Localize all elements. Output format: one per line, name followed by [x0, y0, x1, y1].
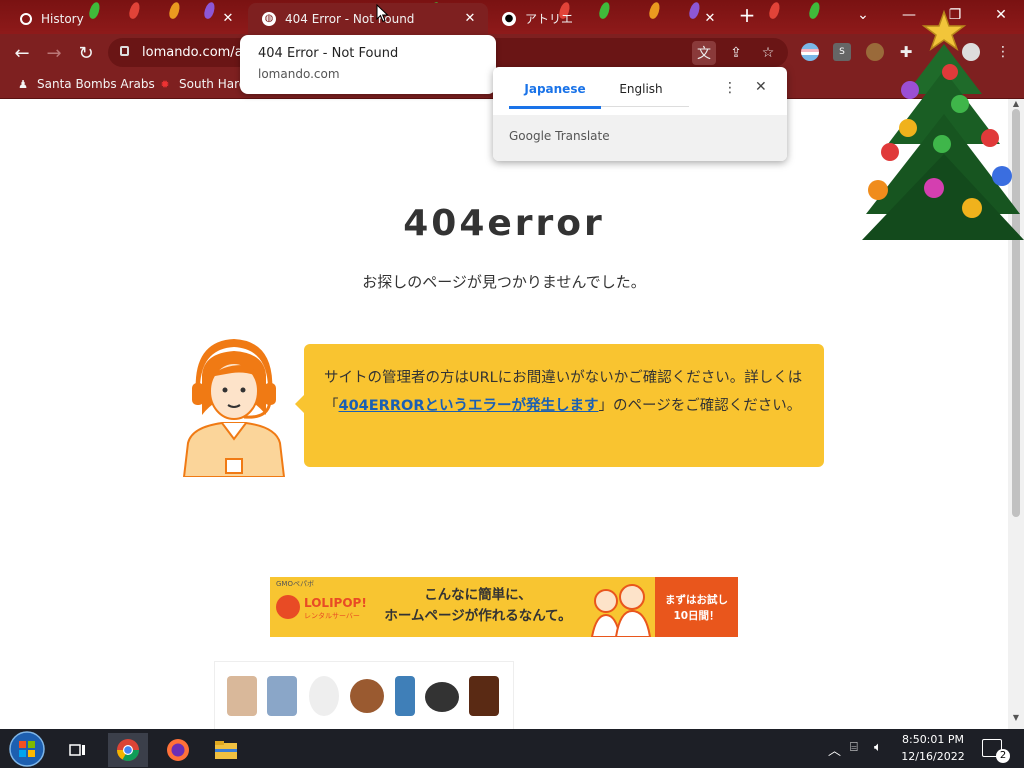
- system-clock[interactable]: 8:50:01 PM 12/16/2022: [896, 731, 970, 765]
- lolipop-logo-mark-icon: [276, 595, 300, 619]
- url-text: lomando.com/a: [142, 45, 243, 60]
- product-phone-case-thumbnail[interactable]: [395, 676, 415, 716]
- lock-icon: [120, 46, 129, 56]
- support-operator-illustration: [182, 339, 286, 477]
- task-view-icon: [69, 744, 85, 756]
- bookmark-star-icon[interactable]: ☆: [756, 41, 780, 65]
- windows-start-icon: [9, 730, 45, 767]
- more-options-icon[interactable]: ⋮: [723, 80, 737, 96]
- reload-button[interactable]: ↻: [74, 41, 98, 65]
- panda-icon: ●: [502, 11, 516, 26]
- tab-japanese[interactable]: Japanese: [509, 82, 601, 109]
- product-shoes-thumbnail[interactable]: [227, 676, 257, 716]
- clock-date: 12/16/2022: [901, 750, 965, 763]
- translate-icon[interactable]: 文: [692, 41, 716, 65]
- ad-couple-illustration: [590, 584, 652, 637]
- maple-leaf-icon: ✹: [160, 77, 170, 91]
- s-extension-icon[interactable]: S: [833, 43, 851, 61]
- pride-flag-extension-icon[interactable]: [801, 43, 819, 61]
- tab-title: History: [41, 11, 84, 26]
- light-bulb-icon: [807, 1, 822, 20]
- tab-title: アトリエ: [525, 12, 574, 26]
- bookmark-santa-bombs-arabs[interactable]: ♟ Santa Bombs Arabs: [16, 77, 155, 91]
- start-button[interactable]: [6, 729, 48, 768]
- cta-line: まずはお試し: [665, 594, 728, 606]
- close-tab-icon[interactable]: ✕: [462, 11, 478, 26]
- bookmark-label: Santa Bombs Arabs: [37, 77, 155, 91]
- tooltip-domain: lomando.com: [258, 67, 340, 81]
- network-icon[interactable]: ⌸: [850, 740, 858, 755]
- tab-english[interactable]: English: [595, 82, 687, 96]
- santa-icon: ♟: [18, 77, 28, 91]
- taskbar-chrome[interactable]: [108, 733, 148, 767]
- logo-text: LOLIPOP!: [304, 596, 367, 610]
- file-explorer-icon: [215, 741, 237, 759]
- product-wallet-thumbnail[interactable]: [469, 676, 499, 716]
- notification-center-icon[interactable]: 2: [982, 739, 1010, 763]
- close-icon[interactable]: ✕: [755, 79, 767, 95]
- tooltip-title: 404 Error - Not Found: [258, 46, 399, 61]
- mouse-cursor-icon: [376, 4, 389, 23]
- close-tab-icon[interactable]: ✕: [702, 11, 718, 26]
- volume-icon[interactable]: 🔈︎: [874, 740, 882, 755]
- translate-footer: Google Translate: [493, 115, 787, 161]
- show-hidden-icons-icon[interactable]: ︿: [828, 740, 841, 759]
- tab-title: 404 Error - Not Found: [285, 11, 415, 26]
- bookmark-label: South Hard: [179, 77, 247, 91]
- christmas-tree-decoration: [862, 9, 1024, 240]
- product-earrings-thumbnail[interactable]: [425, 682, 459, 712]
- language-tabs: Japanese English: [509, 67, 689, 109]
- light-bulb-icon: [767, 1, 782, 20]
- error-message-bubble: サイトの管理者の方はURLにお間違いがないかご確認ください。詳しくは「404ER…: [295, 344, 824, 467]
- product-shirt-thumbnail[interactable]: [267, 676, 297, 716]
- error-help-link[interactable]: 404ERRORというエラーが発生します: [339, 398, 599, 414]
- tab-404-error[interactable]: ◍ 404 Error - Not Found ✕: [248, 3, 488, 34]
- tab-history[interactable]: History ✕: [6, 3, 246, 34]
- product-pie-thumbnail[interactable]: [350, 679, 384, 713]
- scroll-down-arrow-icon[interactable]: ▼: [1008, 713, 1024, 722]
- cta-line: 10日間！: [673, 610, 720, 622]
- lolipop-ad-banner[interactable]: GMOペパボ LOLIPOP! レンタルサーバー こんなに簡単に、 ホームページ…: [270, 577, 738, 637]
- ad-copy-line: ホームページが作れるなんて。: [384, 608, 572, 624]
- history-icon: [20, 12, 32, 25]
- ad-cta-button[interactable]: まずはお試し 10日間！: [655, 577, 738, 637]
- globe-icon: ◍: [262, 11, 276, 26]
- tab-hover-tooltip: 404 Error - Not Found lomando.com: [240, 35, 496, 94]
- product-thumbnail-strip: [214, 661, 514, 729]
- taskbar-file-explorer[interactable]: [206, 733, 246, 767]
- share-icon[interactable]: ⇪: [724, 41, 748, 65]
- product-flowers-thumbnail[interactable]: [309, 676, 339, 716]
- google-translate-popup: Japanese English ⋮ ✕ Google Translate: [493, 67, 787, 161]
- new-tab-button[interactable]: +: [728, 0, 766, 30]
- message-text: 」のページをご確認ください。: [598, 398, 802, 414]
- notification-count-badge: 2: [996, 749, 1010, 763]
- clock-time: 8:50:01 PM: [901, 733, 965, 746]
- forward-button[interactable]: →: [42, 41, 66, 65]
- provider-label: GMOペパボ: [276, 580, 314, 588]
- ad-copy: こんなに簡単に、 ホームページが作れるなんて。: [378, 585, 578, 627]
- firefox-icon: [167, 739, 189, 761]
- back-button[interactable]: ←: [10, 41, 34, 65]
- bookmark-south-hard[interactable]: ✹ South Hard: [158, 77, 246, 91]
- ad-copy-line: こんなに簡単に、: [424, 587, 532, 603]
- close-tab-icon[interactable]: ✕: [220, 11, 236, 26]
- windows-taskbar: ︿ ⌸ 🔈︎ 8:50:01 PM 12/16/2022 2: [0, 729, 1024, 768]
- logo-subtext: レンタルサーバー: [304, 612, 360, 620]
- taskbar-firefox[interactable]: [158, 733, 198, 767]
- page-subtitle: お探しのページが見つかりませんでした。: [362, 273, 646, 291]
- chrome-icon: [117, 739, 139, 761]
- tab-atelier[interactable]: ● アトリエ ✕: [488, 3, 728, 34]
- lolipop-logo: LOLIPOP! レンタルサーバー: [276, 593, 367, 623]
- task-view-button[interactable]: [58, 733, 98, 767]
